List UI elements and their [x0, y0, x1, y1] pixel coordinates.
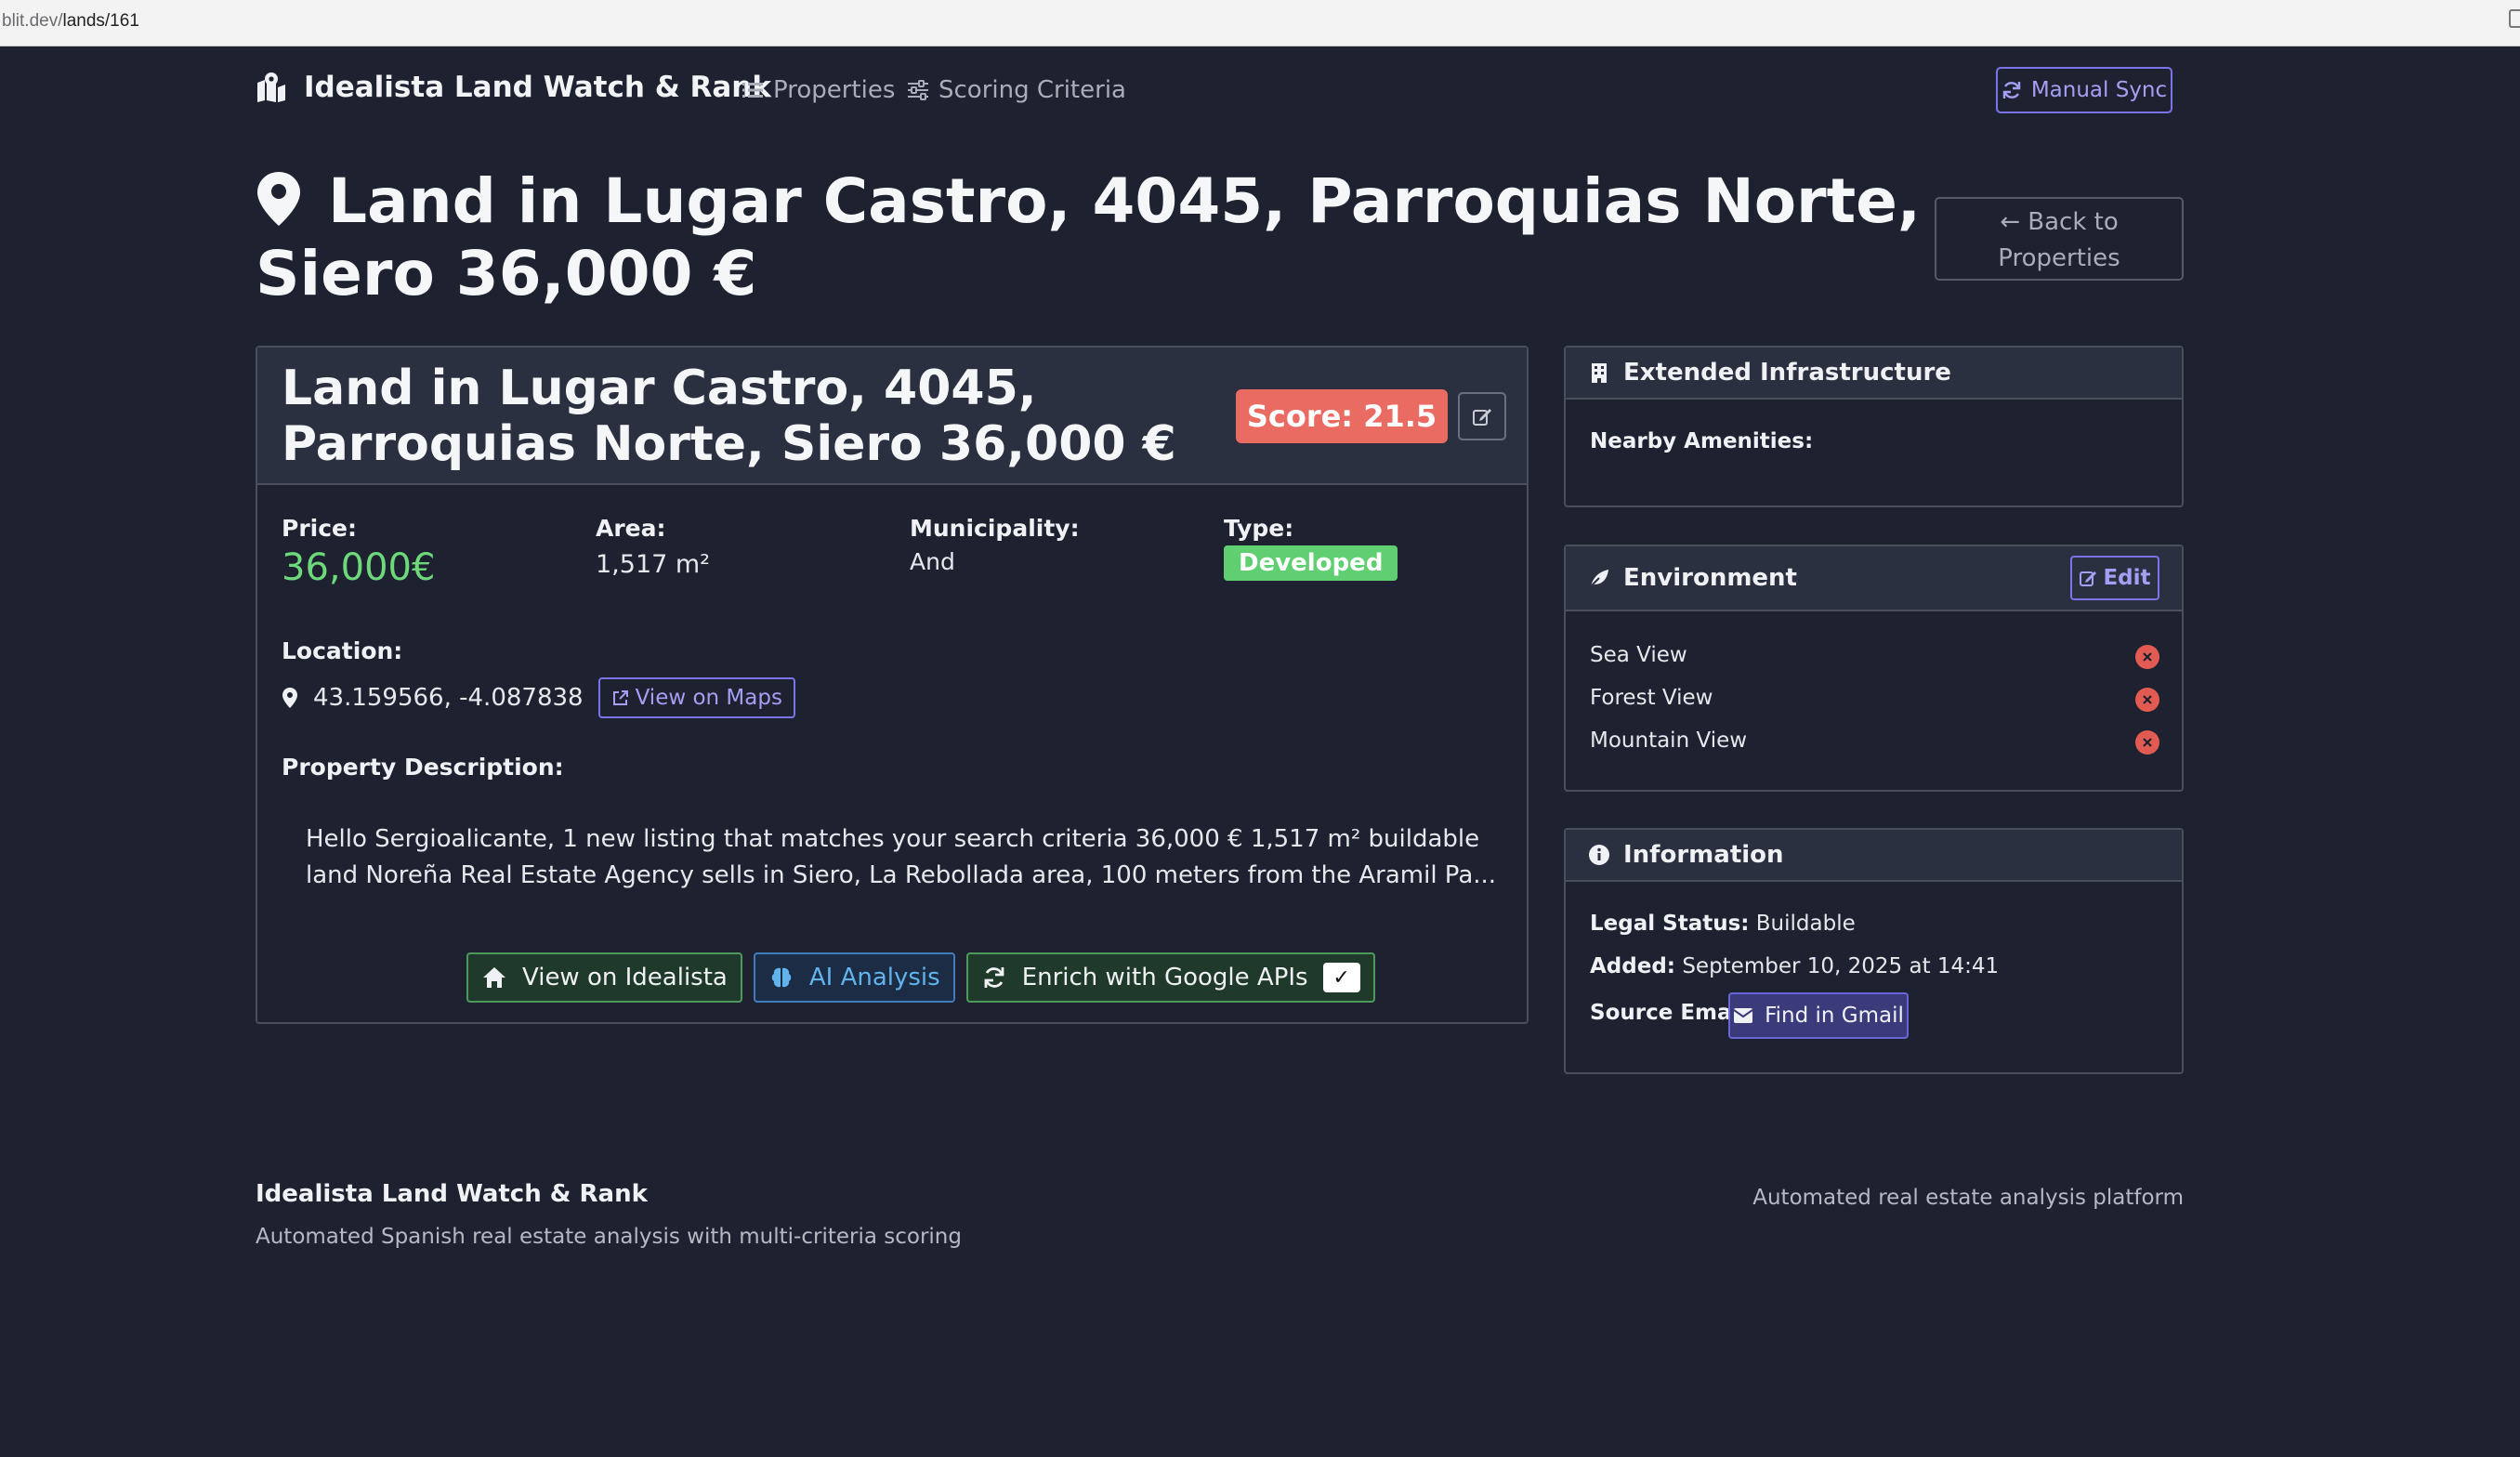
view-on-idealista-label: View on Idealista — [522, 964, 728, 991]
home-icon — [483, 967, 505, 988]
list-icon — [742, 83, 763, 98]
arrow-left-icon: ← — [2000, 208, 2021, 236]
edit-icon — [1473, 409, 1491, 426]
score-badge: Score: 21.5 — [1236, 389, 1448, 443]
added-date: Added: September 10, 2025 at 14:41 — [1590, 954, 2000, 978]
nav-properties[interactable]: Properties — [741, 76, 895, 104]
envelope-icon — [1733, 1008, 1753, 1023]
sync-icon — [2002, 82, 2021, 98]
manual-sync-label: Manual Sync — [2030, 78, 2168, 102]
enriched-check-badge: ✓ — [1322, 963, 1360, 992]
brain-icon — [771, 967, 792, 988]
information-title: Information — [1623, 841, 1784, 869]
environment-edit-label: Edit — [2103, 566, 2151, 590]
x-circle-icon — [2135, 688, 2159, 712]
price-value: 36,000€ — [282, 546, 436, 589]
nearby-amenities-label: Nearby Amenities: — [1590, 429, 1814, 453]
manual-sync-button[interactable]: Manual Sync — [1996, 67, 2172, 113]
type-badge: Developed — [1224, 545, 1398, 581]
page-title-text: Land in Lugar Castro, 4045, Parroquias N… — [256, 165, 1921, 309]
map-marked-icon — [257, 72, 285, 102]
environment-edit-button[interactable]: Edit — [2070, 556, 2159, 600]
environment-card: Environment Edit Sea View Forest View Mo… — [1564, 545, 2184, 792]
property-card-header: Land in Lugar Castro, 4045, Parroquias N… — [257, 348, 1527, 485]
location-label: Location: — [282, 637, 403, 664]
external-link-icon — [612, 690, 628, 705]
location-row: 43.159566, -4.087838 View on Maps — [282, 677, 795, 718]
find-in-gmail-button[interactable]: Find in Gmail — [1728, 992, 1909, 1039]
footer-tagline: Automated real estate analysis platform — [1752, 1186, 2184, 1210]
env-item-mountain-view: Mountain View — [1590, 728, 1748, 753]
type-label: Type: — [1224, 515, 1294, 542]
x-circle-icon — [2135, 645, 2159, 669]
env-item-forest-view: Forest View — [1590, 686, 1713, 710]
legal-status: Legal Status: Buildable — [1590, 912, 1856, 936]
property-card: Land in Lugar Castro, 4045, Parroquias N… — [256, 346, 1529, 1024]
edit-score-button[interactable] — [1458, 392, 1506, 440]
find-in-gmail-label: Find in Gmail — [1765, 1004, 1904, 1028]
env-item-sea-view: Sea View — [1590, 643, 1687, 667]
brand-name: Idealista Land Watch & Rank — [304, 71, 771, 104]
ai-analysis-label: AI Analysis — [808, 964, 940, 991]
action-buttons: View on Idealista AI Analysis Enrich wit… — [466, 952, 1375, 1003]
enrich-google-apis-button[interactable]: Enrich with Google APIs ✓ — [965, 952, 1375, 1003]
extended-infrastructure-card: Extended Infrastructure Nearby Amenities… — [1564, 346, 2184, 507]
extended-infrastructure-title: Extended Infrastructure — [1623, 359, 1951, 387]
property-description: Hello Sergioalicante, 1 new listing that… — [306, 825, 1497, 889]
building-icon — [1592, 363, 1607, 383]
municipality-label: Municipality: — [910, 515, 1080, 542]
map-pin-icon — [257, 172, 300, 226]
enrich-google-apis-label: Enrich with Google APIs — [1021, 964, 1308, 991]
view-on-idealista-button[interactable]: View on Idealista — [466, 952, 742, 1003]
page-title: Land in Lugar Castro, 4045, Parroquias N… — [256, 165, 1937, 310]
description-label: Property Description: — [282, 754, 564, 781]
information-header: Information — [1566, 830, 2182, 882]
leaf-icon — [1590, 570, 1608, 587]
view-on-maps-button[interactable]: View on Maps — [597, 677, 795, 718]
map-pin-icon — [282, 688, 297, 708]
url-text[interactable]: blit.dev/lands/161 — [2, 11, 139, 32]
environment-title: Environment — [1623, 564, 1797, 592]
municipality-value: And — [910, 548, 955, 575]
footer-title: Idealista Land Watch & Rank — [256, 1180, 648, 1208]
footer-subtitle: Automated Spanish real estate analysis w… — [256, 1225, 962, 1249]
area-value: 1,517 m² — [596, 550, 711, 579]
sync-icon — [984, 967, 1004, 988]
ai-analysis-button[interactable]: AI Analysis — [753, 952, 955, 1003]
sidebar-toggle-icon[interactable] — [2509, 9, 2520, 28]
area-label: Area: — [596, 515, 666, 542]
nav-properties-label: Properties — [773, 76, 896, 104]
top-navbar: Idealista Land Watch & Rank Properties S… — [256, 67, 2172, 115]
view-on-maps-label: View on Maps — [635, 686, 782, 710]
environment-header: Environment Edit — [1566, 546, 2182, 611]
edit-icon — [2080, 571, 2097, 586]
coordinates: 43.159566, -4.087838 — [313, 684, 584, 712]
back-to-properties-button[interactable]: ← Back to Properties — [1935, 197, 2184, 281]
sliders-icon — [908, 80, 928, 100]
price-label: Price: — [282, 515, 357, 542]
brand[interactable]: Idealista Land Watch & Rank — [256, 71, 771, 104]
info-circle-icon — [1589, 845, 1609, 865]
nav-scoring-criteria[interactable]: Scoring Criteria — [906, 76, 1126, 104]
nav-scoring-label: Scoring Criteria — [938, 76, 1126, 104]
x-circle-icon — [2135, 730, 2159, 755]
property-card-title: Land in Lugar Castro, 4045, Parroquias N… — [282, 361, 1176, 472]
information-card: Information Legal Status: Buildable Adde… — [1564, 828, 2184, 1074]
browser-url-bar[interactable]: blit.dev/lands/161 — [0, 0, 2520, 46]
extended-infrastructure-header: Extended Infrastructure — [1566, 348, 2182, 400]
